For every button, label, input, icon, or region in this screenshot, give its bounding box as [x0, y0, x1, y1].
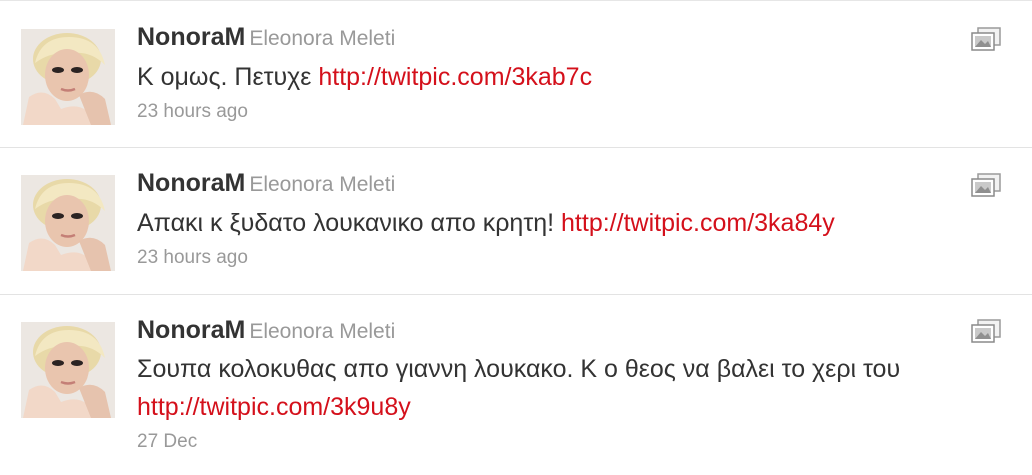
tweet-link[interactable]: http://twitpic.com/3k9u8y [137, 393, 411, 421]
tweet-link[interactable]: http://twitpic.com/3kab7c [318, 63, 592, 91]
photo-gallery-icon[interactable] [970, 173, 1002, 199]
tweet-body: Κ ομως. Πετυχε [137, 63, 312, 91]
timestamp[interactable]: 27 Dec [137, 431, 197, 453]
tweet-text: Κ ομως. Πετυχε http://twitpic.com/3kab7c [137, 58, 997, 96]
tweet-link[interactable]: http://twitpic.com/3ka84y [561, 209, 835, 237]
tweet-header: NonoraM Eleonora Meleti [137, 169, 395, 198]
full-name: Eleonora Meleti [249, 320, 396, 343]
tweet-text: Απακι κ ξυδατο λουκανικο απο κρητη! http… [137, 204, 997, 242]
tweet-item[interactable]: NonoraM Eleonora Meleti Κ ομως. Πετυχε ht… [0, 1, 1032, 148]
tweet-header: NonoraM Eleonora Meleti [137, 23, 395, 52]
full-name: Eleonora Meleti [249, 27, 396, 50]
photo-gallery-icon[interactable] [970, 27, 1002, 53]
tweet-header: NonoraM Eleonora Meleti [137, 316, 395, 345]
tweet-item[interactable]: NonoraM Eleonora Meleti Απακι κ ξυδατο λο… [0, 148, 1032, 295]
tweet-item[interactable]: NonoraM Eleonora Meleti Σουπα κολοκυθας α… [0, 295, 1032, 475]
tweet-body: Απακι κ ξυδατο λουκανικο απο κρητη! [137, 209, 555, 237]
screen-name[interactable]: NonoraM [137, 23, 245, 51]
tweet-timeline: NonoraM Eleonora Meleti Κ ομως. Πετυχε ht… [0, 0, 1032, 475]
photo-gallery-icon[interactable] [970, 319, 1002, 345]
full-name: Eleonora Meleti [249, 173, 396, 196]
screen-name[interactable]: NonoraM [137, 316, 245, 344]
screen-name[interactable]: NonoraM [137, 169, 245, 197]
avatar[interactable] [21, 175, 115, 271]
avatar[interactable] [21, 29, 115, 125]
avatar[interactable] [21, 322, 115, 418]
tweet-body: Σουπα κολοκυθας απο γιαννη λουκακο. Κ ο … [137, 355, 901, 383]
timestamp[interactable]: 23 hours ago [137, 247, 248, 269]
tweet-text: Σουπα κολοκυθας απο γιαννη λουκακο. Κ ο … [137, 350, 997, 426]
timestamp[interactable]: 23 hours ago [137, 101, 248, 123]
